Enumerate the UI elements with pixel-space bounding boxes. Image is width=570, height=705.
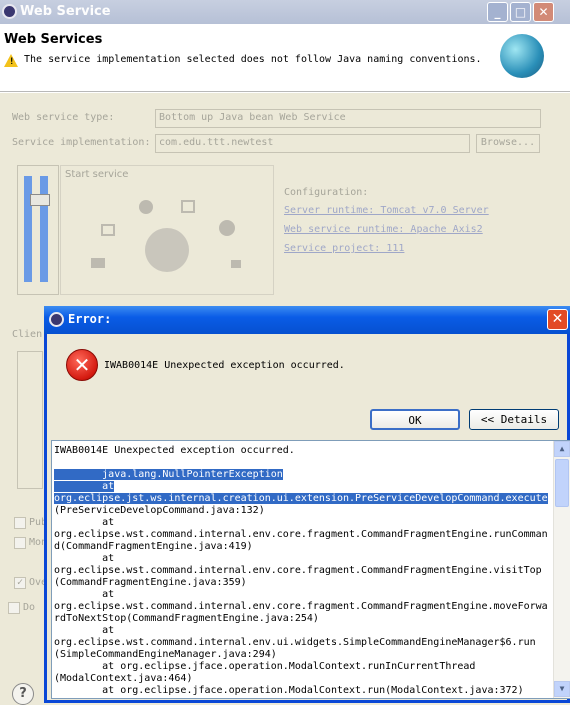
wizard-title: Web Service [20,4,111,19]
service-type-label: Web service type: [12,112,115,123]
service-impl-combo[interactable]: com.edu.ttt.newtest [155,134,470,153]
assemble-icon [101,224,115,236]
install-icon [181,200,195,213]
error-icon: ✕ [66,349,98,381]
scroll-thumb[interactable] [555,459,569,507]
page-heading: Web Services [4,32,103,47]
do-checkbox[interactable] [8,602,20,614]
configuration-label: Configuration: [284,187,369,198]
deploy-icon [139,200,153,214]
details-line: org.eclipse.wst.command.internal.env.cor… [54,565,542,576]
dialog-close-button[interactable]: ✕ [547,309,568,330]
ok-button[interactable]: OK [370,409,460,430]
warning-message: The service implementation selected does… [24,54,482,65]
scroll-down-arrow[interactable]: ▼ [554,681,570,697]
start-service-label: Start service [65,169,129,180]
help-button[interactable]: ? [12,683,34,705]
test-icon [231,260,241,268]
run-icon [219,220,235,236]
monitor-checkbox[interactable] [14,537,26,549]
details-line: org.eclipse.wst.command.internal.env.cor… [54,529,548,540]
details-line: java.lang.NullPointerException [54,469,283,480]
service-level-slider[interactable] [17,165,59,295]
details-line: at [54,625,115,636]
minimize-button[interactable]: _ [487,2,508,22]
service-impl-label: Service implementation: [12,137,151,148]
wizard-header: Web Services ! The service implementatio… [0,24,570,92]
details-line: at [54,481,115,492]
details-line: at [54,589,115,600]
details-line: org.eclipse.jst.ws.internal.creation.ui.… [54,493,548,504]
details-line: org.eclipse.wst.command.internal.env.ui.… [54,637,536,648]
scroll-up-arrow[interactable]: ▲ [554,441,570,457]
publish-checkbox[interactable] [14,517,26,529]
start-service-globe-icon [145,228,189,272]
details-line [54,457,549,469]
client-type-label: Clien [12,329,43,340]
details-text: IWAB0014E Unexpected exception occurred.… [54,445,549,697]
details-line: IWAB0014E Unexpected exception occurred. [54,445,295,456]
details-text-area[interactable]: IWAB0014E Unexpected exception occurred.… [51,440,570,699]
server-runtime-link[interactable]: Server runtime: Tomcat v7.0 Server [284,205,489,216]
details-line: (CommandFragmentEngine.java:359) [54,577,247,588]
details-scrollbar[interactable]: ▲ ▼ [553,441,570,698]
details-button[interactable]: << Details [469,409,559,430]
details-line: org.eclipse.wst.command.internal.env.cor… [54,601,548,612]
error-dialog-titlebar: Error: ✕ [44,306,570,334]
error-dialog-title: Error: [68,312,112,326]
details-line: at org.eclipse.jface.operation.ModalCont… [54,661,476,672]
client-slider[interactable] [17,351,43,489]
do-label: Do [23,602,36,613]
ws-runtime-link[interactable]: Web service runtime: Apache Axis2 [284,224,483,235]
details-line: d(CommandFragmentEngine.java:419) [54,541,253,552]
eclipse-icon [49,312,64,327]
details-line: at [54,517,115,528]
close-button[interactable]: ✕ [533,2,554,22]
start-service-panel: Start service [60,165,274,295]
browse-button[interactable]: Browse... [476,134,540,153]
web-services-globe-icon [500,34,544,78]
service-type-select[interactable]: Bottom up Java bean Web Service [155,109,541,128]
error-dialog: Error: ✕ ✕ IWAB0014E Unexpected exceptio… [44,306,570,703]
error-message: IWAB0014E Unexpected exception occurred. [104,360,345,371]
eclipse-icon [2,4,17,19]
maximize-button[interactable]: □ [510,2,531,22]
wizard-titlebar: Web Service _ □ ✕ [0,0,570,24]
details-line: (ModalContext.java:464) [54,673,193,684]
details-line: (PreServiceDevelopCommand.java:132) [54,505,265,516]
slider-thumb[interactable] [30,194,50,206]
details-line: (SimpleCommandEngineManager.java:294) [54,649,277,660]
details-line: at [54,553,115,564]
details-line: at org.eclipse.jface.operation.ModalCont… [54,685,524,696]
service-project-link[interactable]: Service project: 111 [284,243,404,254]
overwrite-checkbox[interactable]: ✓ [14,577,26,589]
details-line: rdToNextStop(CommandFragmentEngine.java:… [54,613,319,624]
develop-icon [91,258,105,268]
